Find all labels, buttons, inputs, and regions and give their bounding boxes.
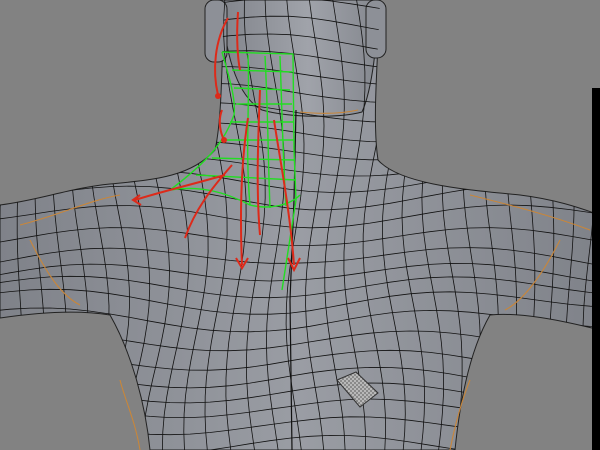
annotation-dot (221, 137, 227, 143)
mesh-body[interactable] (0, 0, 600, 450)
annotation-dot (215, 93, 221, 99)
mesh-scene[interactable] (0, 0, 600, 450)
viewport-edge-strip (592, 88, 600, 450)
seam-edge (119, 379, 141, 450)
3d-viewport[interactable] (0, 0, 600, 450)
